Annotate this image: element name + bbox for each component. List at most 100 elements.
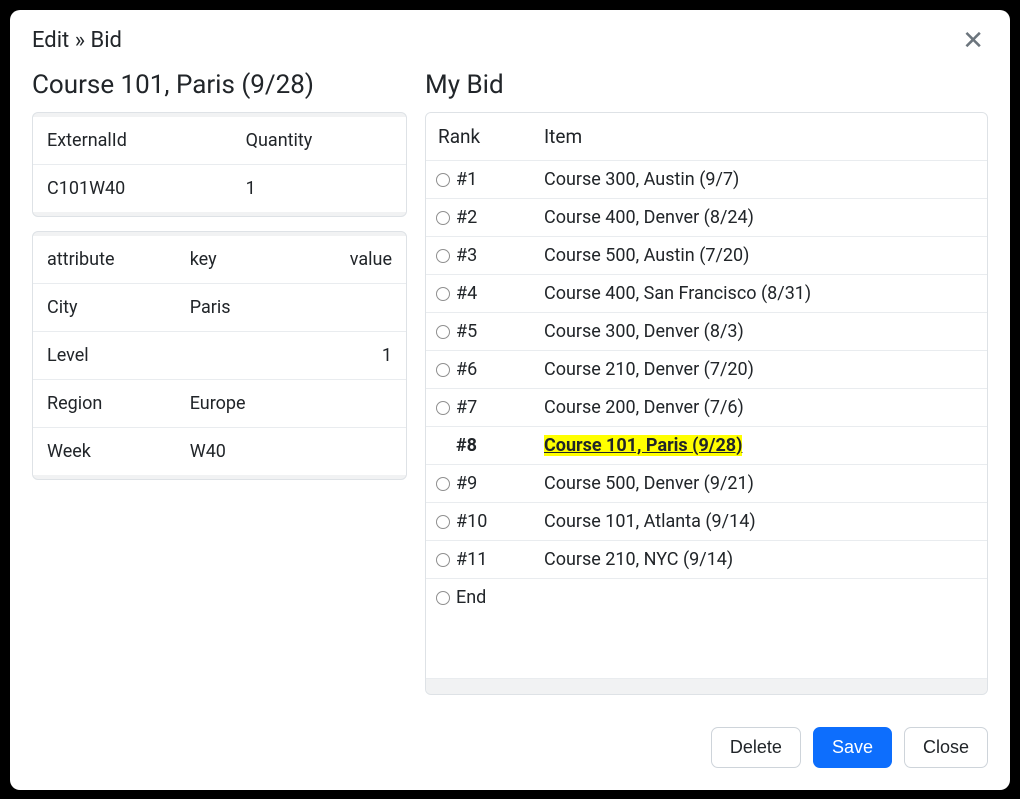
bid-row[interactable]: #9 Course 500, Denver (9/21) [426, 464, 987, 502]
bid-header-rank: Rank [426, 113, 536, 161]
mybid-heading: My Bid [425, 70, 988, 100]
bid-item-label: Course 101, Atlanta (9/14) [544, 511, 756, 532]
delete-button[interactable]: Delete [711, 727, 801, 768]
radio-icon[interactable] [436, 591, 450, 605]
bid-item-cell[interactable]: Course 300, Denver (8/3) [536, 312, 987, 350]
bid-rank-cell[interactable]: #2 [426, 198, 536, 236]
bid-item-label: Course 210, NYC (9/14) [544, 549, 733, 570]
bid-row[interactable]: #3 Course 500, Austin (7/20) [426, 236, 987, 274]
bid-rank-label: #6 [456, 359, 477, 380]
bid-row[interactable]: #1 Course 300, Austin (9/7) [426, 160, 987, 198]
bid-card: Rank Item #1 Course 300, Austin (9/7) #2 Co… [425, 112, 988, 695]
radio-icon[interactable] [436, 401, 450, 415]
attribute-row: CityParis [33, 283, 406, 331]
details-externalid: C101W40 [33, 164, 232, 212]
bid-item-label: Course 210, Denver (7/20) [544, 359, 754, 380]
bid-row[interactable]: #4 Course 400, San Francisco (8/31) [426, 274, 987, 312]
bid-item-cell [536, 578, 987, 616]
attr-name: Region [33, 379, 176, 427]
details-header-quantity: Quantity [232, 117, 406, 165]
left-panel: Course 101, Paris (9/28) ExternalId Quan… [32, 70, 407, 695]
attr-name: City [33, 283, 176, 331]
radio-icon[interactable] [436, 211, 450, 225]
modal-footer: Delete Save Close [10, 713, 1010, 790]
details-header-externalid: ExternalId [33, 117, 232, 165]
bid-rank-cell[interactable]: #6 [426, 350, 536, 388]
bid-rank-label: #2 [456, 207, 477, 228]
radio-placeholder [436, 437, 450, 451]
attr-key [176, 331, 301, 379]
bid-header-item: Item [536, 113, 987, 161]
save-button[interactable]: Save [813, 727, 892, 768]
bid-item-label: Course 300, Austin (9/7) [544, 169, 739, 190]
bid-rank-label: #9 [456, 473, 477, 494]
bid-item-cell[interactable]: Course 210, NYC (9/14) [536, 540, 987, 578]
attr-key: Europe [176, 379, 301, 427]
bid-rank-label: #10 [456, 511, 487, 532]
bid-rank-cell[interactable]: #8 [426, 426, 536, 464]
bid-row[interactable]: #6 Course 210, Denver (7/20) [426, 350, 987, 388]
close-button[interactable]: Close [904, 727, 988, 768]
bid-rank-cell[interactable]: #5 [426, 312, 536, 350]
radio-icon[interactable] [436, 553, 450, 567]
attribute-row: WeekW40 [33, 427, 406, 475]
bid-rank-cell[interactable]: #7 [426, 388, 536, 426]
radio-icon[interactable] [436, 325, 450, 339]
radio-icon[interactable] [436, 249, 450, 263]
bid-row[interactable]: #10 Course 101, Atlanta (9/14) [426, 502, 987, 540]
bid-end-label: End [456, 587, 486, 608]
modal-header: Edit » Bid ✕ [10, 10, 1010, 70]
attributes-card: attribute key value CityParisLevel1Regio… [32, 231, 407, 480]
bid-item-cell[interactable]: Course 400, San Francisco (8/31) [536, 274, 987, 312]
radio-icon[interactable] [436, 363, 450, 377]
bid-rank-cell[interactable]: #11 [426, 540, 536, 578]
bid-rank-label: #4 [456, 283, 477, 304]
bid-rank-cell[interactable]: End [426, 578, 536, 616]
bid-row[interactable]: #7 Course 200, Denver (7/6) [426, 388, 987, 426]
bid-rank-cell[interactable]: #3 [426, 236, 536, 274]
bid-rank-label: #11 [456, 549, 487, 570]
close-icon[interactable]: ✕ [958, 28, 988, 54]
bid-rank-label: #3 [456, 245, 477, 266]
bid-item-label: Course 400, San Francisco (8/31) [544, 283, 811, 304]
bid-rank-cell[interactable]: #1 [426, 160, 536, 198]
bid-item-label: Course 200, Denver (7/6) [544, 397, 744, 418]
bid-item-cell[interactable]: Course 101, Paris (9/28) [536, 426, 987, 464]
attr-name: Level [33, 331, 176, 379]
attr-value: 1 [301, 331, 406, 379]
modal-title: Edit » Bid [32, 28, 122, 53]
bid-item-cell[interactable]: Course 500, Denver (9/21) [536, 464, 987, 502]
details-row: C101W40 1 [33, 164, 406, 212]
bid-rank-label: #8 [456, 435, 477, 456]
bid-row[interactable]: #5Course 300, Denver (8/3) [426, 312, 987, 350]
bid-row[interactable]: #11 Course 210, NYC (9/14) [426, 540, 987, 578]
bid-item-cell[interactable]: Course 300, Austin (9/7) [536, 160, 987, 198]
attr-name: Week [33, 427, 176, 475]
radio-icon[interactable] [436, 477, 450, 491]
attr-value [301, 427, 406, 475]
attrs-header-key: key [176, 236, 301, 284]
bid-item-cell[interactable]: Course 400, Denver (8/24) [536, 198, 987, 236]
bid-item-cell[interactable]: Course 200, Denver (7/6) [536, 388, 987, 426]
bid-row[interactable]: #8 Course 101, Paris (9/28) [426, 426, 987, 464]
bid-item-label: Course 500, Austin (7/20) [544, 245, 749, 266]
bid-row-end[interactable]: End [426, 578, 987, 616]
bid-item-cell[interactable]: Course 500, Austin (7/20) [536, 236, 987, 274]
details-card: ExternalId Quantity C101W40 1 [32, 112, 407, 217]
bid-footer-strip [426, 678, 987, 694]
attrs-header-value: value [301, 236, 406, 284]
attribute-row: RegionEurope [33, 379, 406, 427]
item-heading: Course 101, Paris (9/28) [32, 70, 407, 100]
bid-row[interactable]: #2 Course 400, Denver (8/24) [426, 198, 987, 236]
bid-item-cell[interactable]: Course 101, Atlanta (9/14) [536, 502, 987, 540]
details-quantity: 1 [232, 164, 406, 212]
radio-icon[interactable] [436, 515, 450, 529]
radio-icon[interactable] [436, 173, 450, 187]
radio-icon[interactable] [436, 287, 450, 301]
bid-rank-label: #1 [456, 169, 477, 190]
bid-rank-cell[interactable]: #4 [426, 274, 536, 312]
bid-rank-cell[interactable]: #9 [426, 464, 536, 502]
bid-rank-cell[interactable]: #10 [426, 502, 536, 540]
bid-rank-label: #7 [456, 397, 477, 418]
bid-item-cell[interactable]: Course 210, Denver (7/20) [536, 350, 987, 388]
